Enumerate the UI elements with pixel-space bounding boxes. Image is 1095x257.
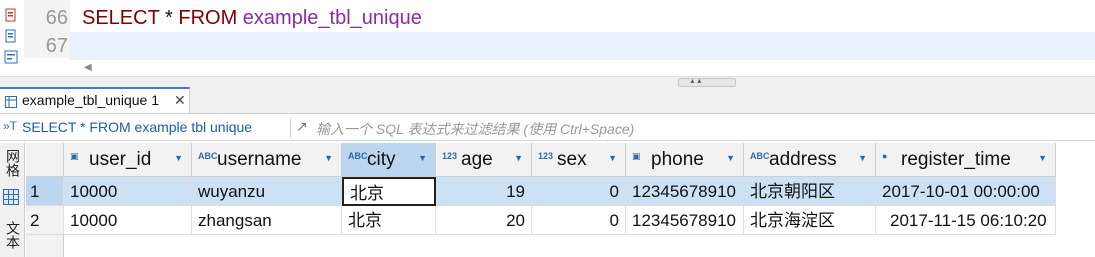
tab-label: example_tbl_unique 1 xyxy=(22,92,159,108)
divider xyxy=(290,119,291,137)
expand-icon[interactable]: ↗ xyxy=(296,118,308,135)
text-type-icon: ABC xyxy=(750,151,770,161)
grid-icon[interactable] xyxy=(3,189,19,205)
table-identifier: example_tbl_unique xyxy=(237,7,422,29)
cell-username[interactable]: wuyanzu xyxy=(192,177,342,206)
cell-address[interactable]: 北京朝阳区 xyxy=(744,177,876,206)
close-icon[interactable]: ✕ xyxy=(174,92,186,109)
column-header-sex[interactable]: 123 sex ▼ xyxy=(532,143,626,177)
line-number: 66 xyxy=(45,7,68,29)
clock-icon: ● xyxy=(882,151,888,161)
scroll-left-icon[interactable]: ◀ xyxy=(84,62,92,73)
current-query-label: SELECT * FROM example tbl unique xyxy=(22,119,253,135)
row-number-header xyxy=(26,143,64,177)
cell-address[interactable]: 北京海淀区 xyxy=(744,206,876,235)
sort-icon[interactable]: ▼ xyxy=(726,153,735,163)
column-name: age xyxy=(461,149,493,170)
text-type-icon: ABC xyxy=(348,151,368,161)
view-mode-sidebar: 网格 文本 xyxy=(0,143,25,257)
column-header-age[interactable]: 123 age ▼ xyxy=(436,143,532,177)
editor-toolbar xyxy=(0,0,24,78)
line-number: 67 xyxy=(45,35,68,57)
horizontal-scrollbar[interactable]: ◀ xyxy=(70,60,1095,76)
collapse-up-icon[interactable]: ▲▲ xyxy=(689,78,703,85)
column-header-username[interactable]: ABC username ▼ xyxy=(192,143,342,177)
sort-icon[interactable]: ▼ xyxy=(174,153,183,163)
cell-register-time[interactable]: 2017-11-15 06:10:20 xyxy=(876,206,1056,235)
results-tab-bar: example_tbl_unique 1 ✕ xyxy=(0,87,1095,114)
cell-phone[interactable]: 12345678910 xyxy=(626,206,744,235)
explain-icon[interactable] xyxy=(4,29,18,43)
table-row[interactable]: 2 10000 zhangsan 北京 20 0 12345678910 北京海… xyxy=(26,206,1056,235)
text-type-icon: ABC xyxy=(198,151,218,161)
line-number-gutter: 66 67 xyxy=(24,0,70,58)
operator: * xyxy=(159,7,179,29)
sort-icon[interactable]: ▼ xyxy=(418,153,427,163)
cell-user-id[interactable]: 10000 xyxy=(64,177,192,206)
column-name: phone xyxy=(651,149,704,170)
keyword: FROM xyxy=(178,7,238,29)
sort-icon[interactable]: ▼ xyxy=(608,153,617,163)
number-type-icon: 123 xyxy=(442,151,458,161)
column-header-city[interactable]: ABC city ▼ xyxy=(342,143,436,177)
column-header-register-time[interactable]: ● register_time ▼ xyxy=(876,143,1056,177)
cell-sex[interactable]: 0 xyxy=(532,206,626,235)
column-name: address xyxy=(769,149,837,170)
cell-city[interactable]: 北京 xyxy=(342,177,436,206)
filter-input[interactable]: 输入一个 SQL 表达式来过滤结果 (使用 Ctrl+Space) xyxy=(316,119,634,139)
cell-register-time[interactable]: 2017-10-01 00:00:00 xyxy=(876,177,1056,206)
tab-results[interactable]: example_tbl_unique 1 ✕ xyxy=(0,87,190,113)
sort-icon[interactable]: ▼ xyxy=(1038,153,1047,163)
key-column-icon: ▣ xyxy=(70,151,79,161)
cell-sex[interactable]: 0 xyxy=(532,177,626,206)
panel-splitter[interactable]: ▲▲ xyxy=(0,76,1095,87)
column-header-address[interactable]: ABC address ▼ xyxy=(744,143,876,177)
sort-icon[interactable]: ▼ xyxy=(514,153,523,163)
cell-city[interactable]: 北京 xyxy=(342,206,436,235)
results-grid[interactable]: ▣ user_id ▼ ABC username ▼ ABC city ▼ 12… xyxy=(26,143,1095,257)
current-line[interactable] xyxy=(70,32,1095,60)
tab-grid-view[interactable]: 网格 xyxy=(3,149,21,177)
code-line[interactable]: SELECT * FROM example_tbl_unique xyxy=(82,4,422,32)
table-row[interactable]: 1 10000 wuyanzu 北京 19 0 12345678910 北京朝阳… xyxy=(26,177,1056,206)
column-name: register_time xyxy=(901,149,1011,170)
run-script-icon[interactable] xyxy=(4,8,18,22)
filter-bar: »T SELECT * FROM example tbl unique ↗ 输入… xyxy=(0,116,1095,141)
column-name: username xyxy=(217,149,302,170)
column-name: user_id xyxy=(89,149,152,170)
sql-filter-icon: »T xyxy=(3,119,18,133)
format-icon[interactable] xyxy=(4,50,18,64)
splitter-grip[interactable]: ▲▲ xyxy=(678,78,736,87)
number-type-icon: 123 xyxy=(538,151,554,161)
sort-icon[interactable]: ▼ xyxy=(324,153,333,163)
cell-username[interactable]: zhangsan xyxy=(192,206,342,235)
cell-age[interactable]: 19 xyxy=(436,177,532,206)
cell-phone[interactable]: 12345678910 xyxy=(626,177,744,206)
column-header-user-id[interactable]: ▣ user_id ▼ xyxy=(64,143,192,177)
column-name: city xyxy=(367,149,396,170)
cell-user-id[interactable]: 10000 xyxy=(64,206,192,235)
row-number-column-filler xyxy=(26,235,64,257)
row-number[interactable]: 2 xyxy=(26,206,64,235)
keyword: SELECT xyxy=(82,7,160,29)
column-header-phone[interactable]: ▣ phone ▼ xyxy=(626,143,744,177)
cell-age[interactable]: 20 xyxy=(436,206,532,235)
key-column-icon: ▣ xyxy=(632,151,641,161)
table-icon xyxy=(5,95,17,108)
sql-editor[interactable]: 66 67 SELECT * FROM example_tbl_unique ◀ xyxy=(0,0,1095,78)
column-name: sex xyxy=(557,149,587,170)
row-number[interactable]: 1 xyxy=(26,177,64,206)
sort-icon[interactable]: ▼ xyxy=(858,153,867,163)
tab-text-view[interactable]: 文本 xyxy=(3,221,21,249)
